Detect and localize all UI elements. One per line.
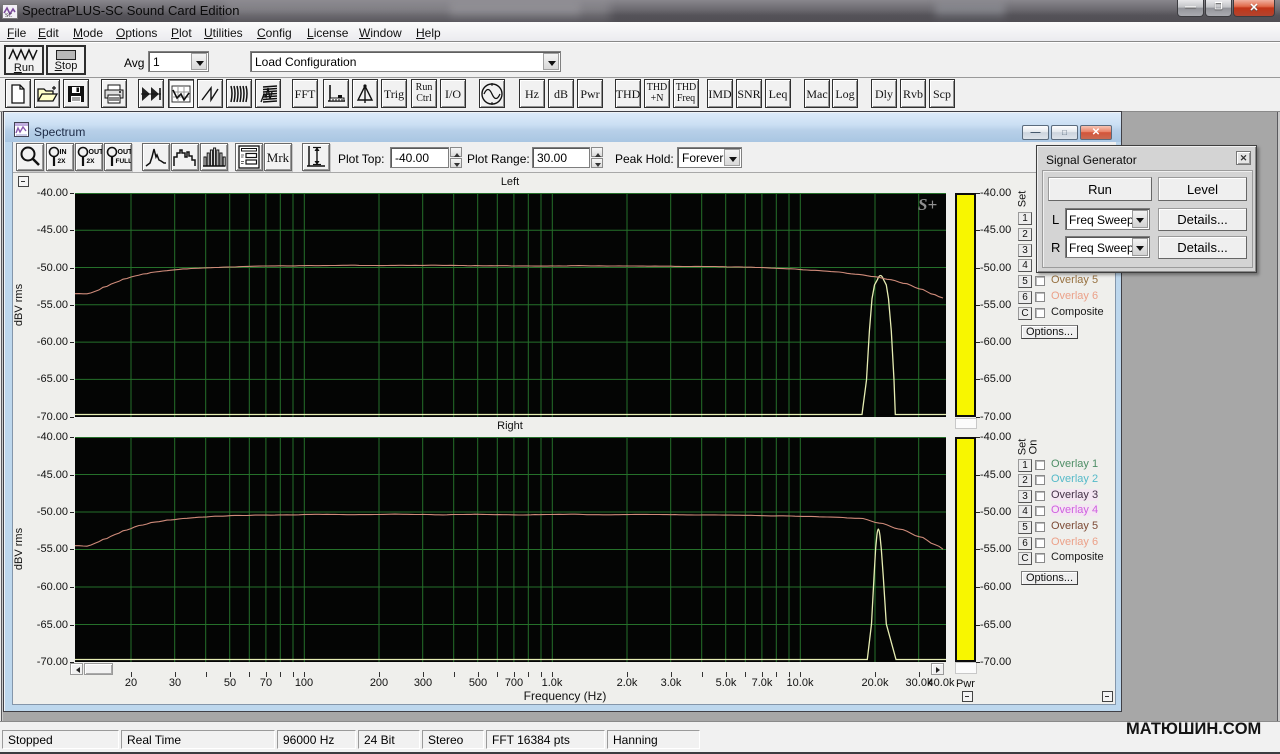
svg-text:2X: 2X [58, 158, 67, 165]
svg-text:OUT: OUT [118, 149, 132, 156]
svg-text:IN: IN [60, 149, 67, 156]
svg-text:2X: 2X [87, 158, 96, 165]
svg-text:OUT: OUT [89, 149, 103, 156]
svg-text:SC: SC [5, 13, 12, 18]
svg-text:FULL: FULL [116, 158, 132, 165]
svg-text:S+: S+ [918, 195, 937, 214]
